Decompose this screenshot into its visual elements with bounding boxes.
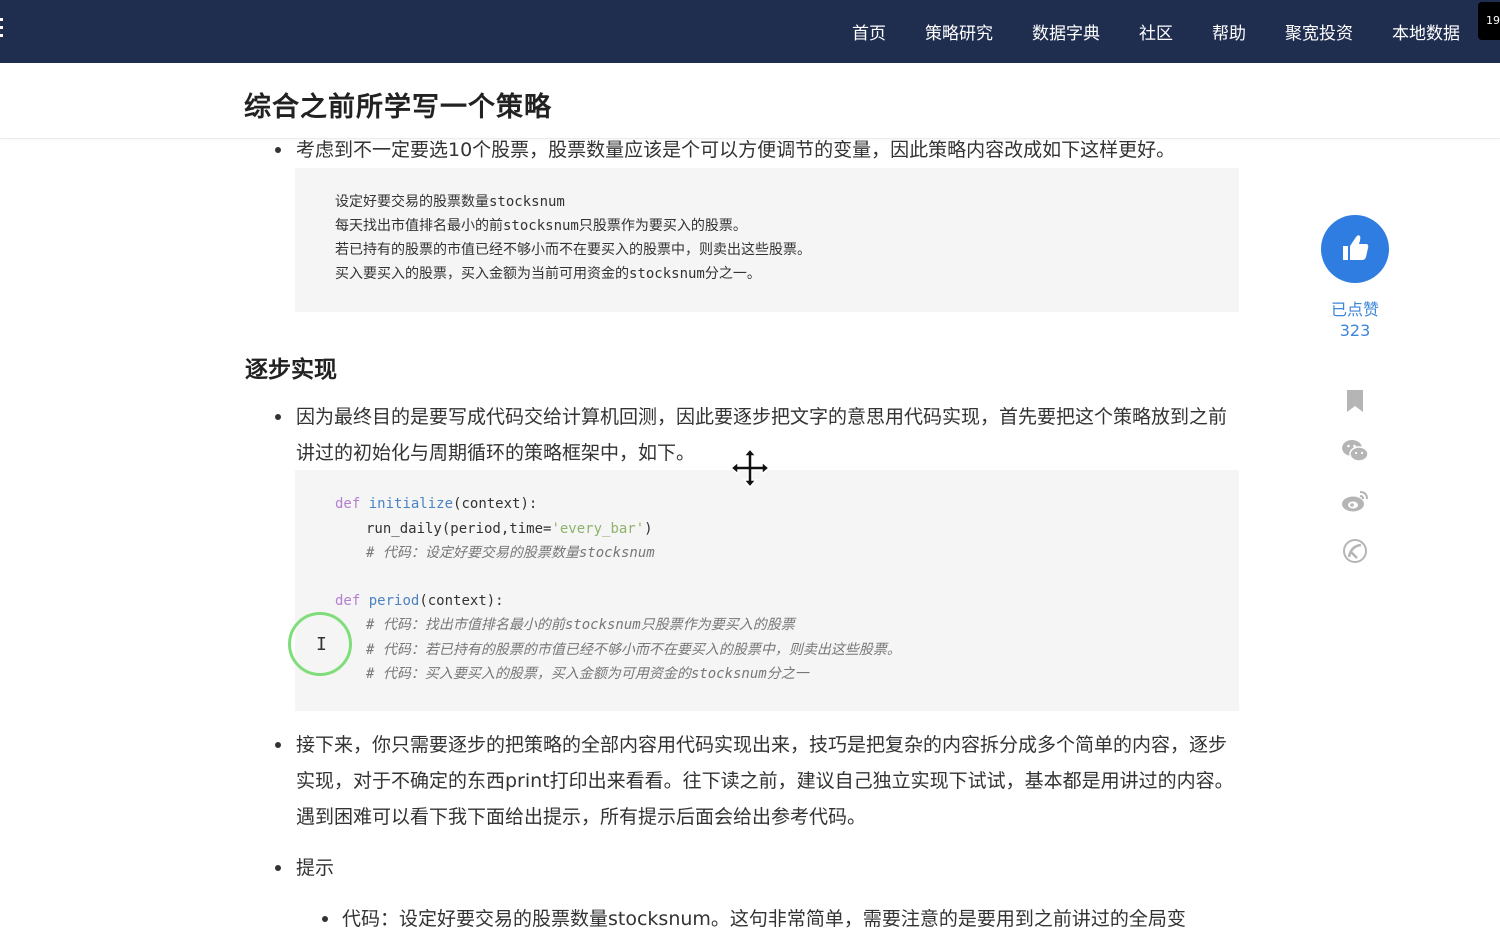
code-line: 每天找出市值排名最小的前stocksnum只股票作为要买入的股票。 — [335, 218, 747, 234]
code-keyword: def — [335, 496, 361, 512]
menu-icon[interactable] — [0, 18, 4, 44]
nav-menu: 首页 策略研究 数据字典 社区 帮助 聚宽投资 本地数据 — [852, 0, 1464, 63]
code-comment: # 代码：找出市值排名最小的前stocksnum只股票作为要买入的股票 — [366, 617, 795, 633]
code-line: def initialize(context): — [335, 492, 537, 516]
nav-item-data-dictionary[interactable]: 数据字典 — [1032, 19, 1100, 44]
code-comment: # 代码：买入要买入的股票，买入金额为可用资金的stocksnum分之一 — [366, 666, 809, 682]
code-line: def period(context): — [335, 589, 504, 613]
code-line: run_daily(period,time='every_bar') — [366, 517, 653, 541]
code-line: 设定好要交易的股票数量stocksnum — [335, 194, 565, 210]
like-count: 323 — [1339, 321, 1371, 340]
nav-item-home[interactable]: 首页 — [852, 19, 886, 44]
text-cursor-icon: I — [316, 634, 327, 655]
move-cursor-icon — [729, 447, 771, 489]
like-status-label: 已点赞 — [1330, 300, 1379, 319]
top-nav: 首页 策略研究 数据字典 社区 帮助 聚宽投资 本地数据 19 — [0, 0, 1500, 63]
code-comment: # 代码：若已持有的股票的市值已经不够小而不在要买入的股票中，则卖出这些股票。 — [366, 642, 901, 658]
section-heading: 逐步实现 — [245, 357, 337, 383]
sub-list-item: 代码：设定好要交易的股票数量stocksnum。这句非常简单，需要注意的是要用到… — [322, 901, 1242, 937]
like-button[interactable] — [1321, 215, 1389, 283]
code-keyword: def — [335, 593, 361, 609]
code-string: 'every_bar' — [551, 521, 645, 537]
list-item: 提示 — [275, 850, 1241, 886]
code-block-plain: 设定好要交易的股票数量stocksnum 每天找出市值排名最小的前stocksn… — [295, 168, 1239, 312]
nav-item-help[interactable]: 帮助 — [1212, 19, 1246, 44]
other-share-icon[interactable] — [1341, 537, 1369, 565]
list-item: 接下来，你只需要逐步的把策略的全部内容用代码实现出来，技巧是把复杂的内容拆分成多… — [275, 727, 1241, 835]
code-call: run_daily(period,time= — [366, 521, 552, 537]
wechat-icon[interactable] — [1341, 437, 1369, 465]
thumbs-up-icon — [1343, 235, 1369, 260]
nav-item-strategy-research[interactable]: 策略研究 — [925, 19, 993, 44]
corner-tab[interactable]: 19 — [1478, 2, 1500, 40]
bookmark-icon[interactable] — [1341, 387, 1369, 415]
code-function-name: period — [368, 593, 420, 609]
nav-item-joinquant-invest[interactable]: 聚宽投资 — [1285, 19, 1353, 44]
nav-item-community[interactable]: 社区 — [1139, 19, 1173, 44]
code-comment: # 代码：设定好要交易的股票数量stocksnum — [366, 545, 655, 561]
page-title: 综合之前所学写一个策略 — [244, 92, 552, 123]
nav-item-local-data[interactable]: 本地数据 — [1392, 19, 1464, 44]
code-function-name: initialize — [368, 496, 454, 512]
code-line: 买入要买入的股票，买入金额为当前可用资金的stocksnum分之一。 — [335, 266, 761, 282]
code-line: 若已持有的股票的市值已经不够小而不在要买入的股票中，则卖出这些股票。 — [335, 242, 811, 258]
title-bar: 综合之前所学写一个策略 — [0, 63, 1500, 139]
code-args: (context): — [453, 496, 538, 512]
code-call-end: ) — [644, 521, 653, 537]
code-block-python: def initialize(context): run_daily(perio… — [295, 470, 1239, 711]
code-args: (context): — [419, 593, 504, 609]
weibo-icon[interactable] — [1341, 487, 1369, 515]
